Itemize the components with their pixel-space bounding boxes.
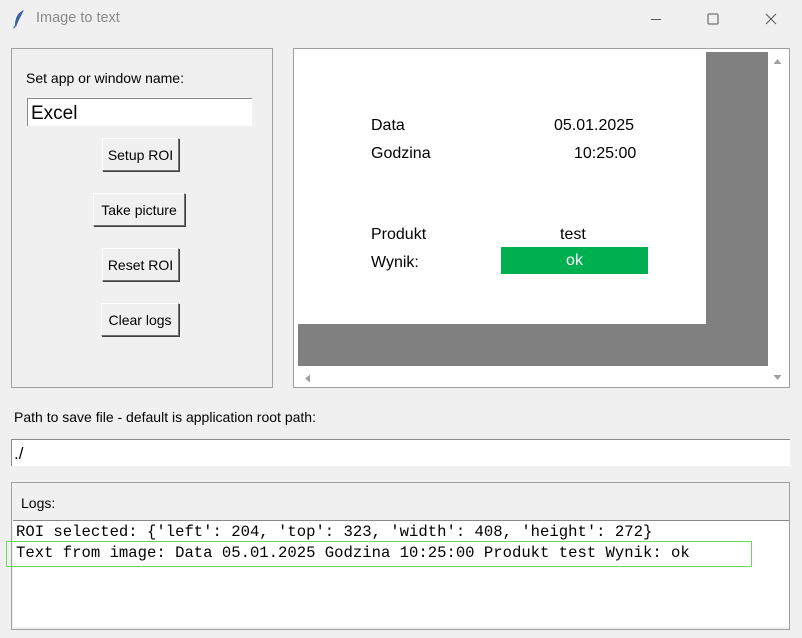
minimize-button[interactable] xyxy=(627,0,685,38)
preview-canvas[interactable]: Data 05.01.2025 Godzina 10:25:00 Produkt… xyxy=(298,52,768,366)
maximize-button[interactable] xyxy=(684,0,742,38)
logs-label: Logs: xyxy=(21,495,56,511)
clear-logs-button[interactable]: Clear logs xyxy=(101,303,179,336)
arrow-down-icon[interactable] xyxy=(772,370,783,388)
logs-textbox[interactable]: ROI selected: {'left': 204, 'top': 323, … xyxy=(13,520,789,627)
save-path-label: Path to save file - default is applicati… xyxy=(14,409,316,425)
captured-data-value: 05.01.2025 xyxy=(554,117,635,134)
captured-godzina-value: 10:25:00 xyxy=(574,145,637,162)
app-name-input[interactable] xyxy=(27,98,252,126)
close-icon xyxy=(765,13,777,25)
take-picture-button[interactable]: Take picture xyxy=(93,193,185,226)
close-button[interactable] xyxy=(742,0,800,38)
captured-data-label: Data xyxy=(371,117,405,134)
reset-roi-button[interactable]: Reset ROI xyxy=(102,248,179,281)
app-name-label: Set app or window name: xyxy=(26,70,184,86)
maximize-icon xyxy=(707,13,719,25)
arrow-left-icon[interactable] xyxy=(302,371,313,389)
horizontal-scrollbar[interactable] xyxy=(298,366,768,386)
captured-wynik-label: Wynik: xyxy=(371,254,419,271)
captured-produkt-value: test xyxy=(560,226,586,243)
save-path-input[interactable] xyxy=(11,439,790,466)
captured-image: Data 05.01.2025 Godzina 10:25:00 Produkt… xyxy=(298,52,706,324)
log-line: ROI selected: {'left': 204, 'top': 323, … xyxy=(16,523,653,541)
log-highlight-box xyxy=(6,541,752,567)
captured-produkt-label: Produkt xyxy=(371,226,427,243)
vertical-scrollbar[interactable] xyxy=(768,52,787,386)
window-title: Image to text xyxy=(36,10,120,26)
arrow-up-icon[interactable] xyxy=(772,54,783,72)
captured-godzina-label: Godzina xyxy=(371,145,431,162)
minimize-icon xyxy=(650,13,662,25)
feather-icon xyxy=(12,9,26,29)
captured-wynik-status-badge: ok xyxy=(501,247,648,274)
setup-roi-button[interactable]: Setup ROI xyxy=(102,138,179,171)
